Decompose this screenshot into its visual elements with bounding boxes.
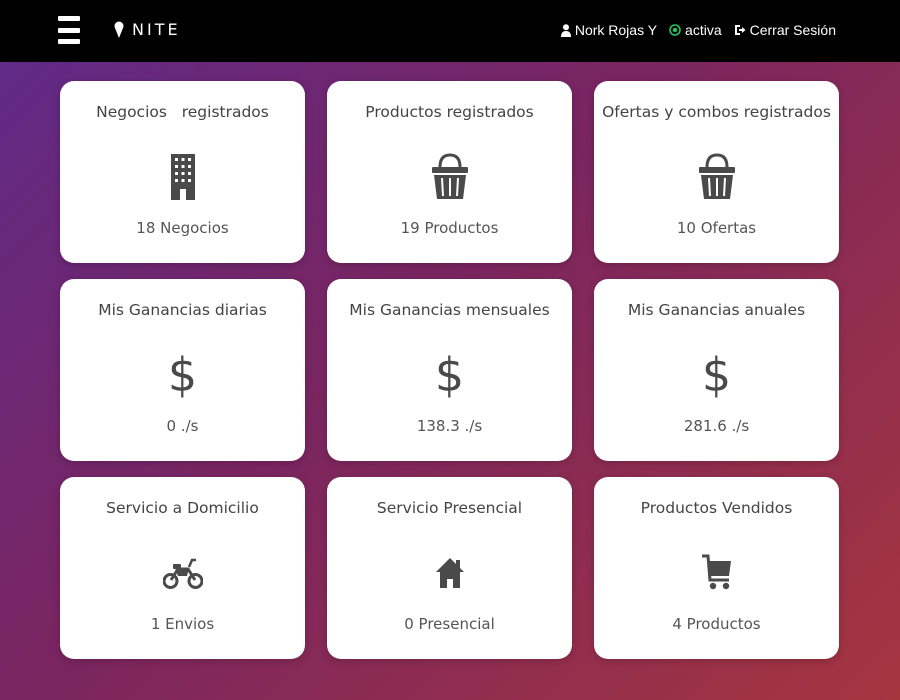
card-title: Negocios registrados: [96, 103, 269, 121]
card-ganancias-mensuales[interactable]: Mis Ganancias mensuales $ 138.3 ./s: [327, 279, 572, 461]
card-value: 0 Presencial: [404, 615, 495, 633]
card-icon-wrap: [60, 547, 305, 599]
status-indicator: activa: [669, 22, 722, 38]
card-icon-wrap: [327, 151, 572, 203]
card-value: 19 Productos: [400, 219, 499, 237]
hamburger-icon[interactable]: [58, 16, 80, 44]
card-value: 4 Productos: [672, 615, 761, 633]
card-value: 138.3 ./s: [416, 417, 483, 435]
card-icon-wrap: $: [327, 349, 572, 401]
ice-cream-icon: [114, 21, 124, 38]
card-ofertas[interactable]: Ofertas y combos registrados 10 Ofertas: [594, 81, 839, 263]
brand-logo[interactable]: NITE: [114, 20, 181, 39]
status-dot-icon: [669, 24, 681, 36]
card-title: Mis Ganancias diarias: [98, 301, 267, 319]
card-title: Mis Ganancias anuales: [627, 301, 806, 319]
card-value: 1 Envios: [150, 615, 215, 633]
card-productos[interactable]: Productos registrados 19 Productos: [327, 81, 572, 263]
card-value: 10 Ofertas: [676, 219, 757, 237]
card-icon-wrap: [594, 547, 839, 599]
sign-out-icon: [734, 25, 746, 35]
card-servicio-domicilio[interactable]: Servicio a Domicilio 1 Envios: [60, 477, 305, 659]
top-navbar: NITE Nork Rojas Y activa Cerrar Sesión: [0, 0, 900, 62]
card-value: 281.6 ./s: [683, 417, 750, 435]
card-productos-vendidos[interactable]: Productos Vendidos 4 Productos: [594, 477, 839, 659]
motorcycle-icon: [162, 558, 203, 589]
dollar-icon: $: [434, 348, 465, 402]
card-ganancias-anuales[interactable]: Mis Ganancias anuales $ 281.6 ./s: [594, 279, 839, 461]
card-ganancias-diarias[interactable]: Mis Ganancias diarias $ 0 ./s: [60, 279, 305, 461]
card-icon-wrap: $: [594, 349, 839, 401]
card-title: Productos Vendidos: [640, 499, 793, 517]
status-text: activa: [685, 22, 722, 38]
card-title: Productos registrados: [365, 103, 534, 121]
card-value: 0 ./s: [166, 417, 199, 435]
dollar-icon: $: [701, 348, 732, 402]
card-servicio-presencial[interactable]: Servicio Presencial 0 Presencial: [327, 477, 572, 659]
card-icon-wrap: $: [60, 349, 305, 401]
card-icon-wrap: [327, 547, 572, 599]
user-info[interactable]: Nork Rojas Y: [560, 22, 658, 38]
brand-name: NITE: [132, 20, 181, 39]
dashboard-grid: Negocios registrados 18 Negocios Product…: [60, 81, 839, 659]
logout-label: Cerrar Sesión: [749, 22, 836, 38]
card-title: Servicio Presencial: [376, 499, 523, 517]
card-title: Mis Ganancias mensuales: [349, 301, 550, 319]
card-icon-wrap: [594, 151, 839, 203]
card-negocios[interactable]: Negocios registrados 18 Negocios: [60, 81, 305, 263]
user-area: Nork Rojas Y activa Cerrar Sesión: [560, 22, 836, 38]
basket-icon: [431, 153, 468, 199]
card-value: 18 Negocios: [136, 219, 229, 237]
logout-button[interactable]: Cerrar Sesión: [734, 22, 836, 38]
home-icon: [435, 558, 464, 588]
basket-icon: [698, 153, 735, 199]
dollar-icon: $: [167, 348, 198, 402]
user-name: Nork Rojas Y: [574, 22, 658, 38]
building-icon: [170, 154, 195, 200]
card-title: Ofertas y combos registrados: [602, 103, 831, 121]
shopping-cart-icon: [701, 554, 731, 590]
user-icon: [560, 23, 571, 37]
card-title: Servicio a Domicilio: [106, 499, 259, 517]
card-icon-wrap: [60, 151, 305, 203]
